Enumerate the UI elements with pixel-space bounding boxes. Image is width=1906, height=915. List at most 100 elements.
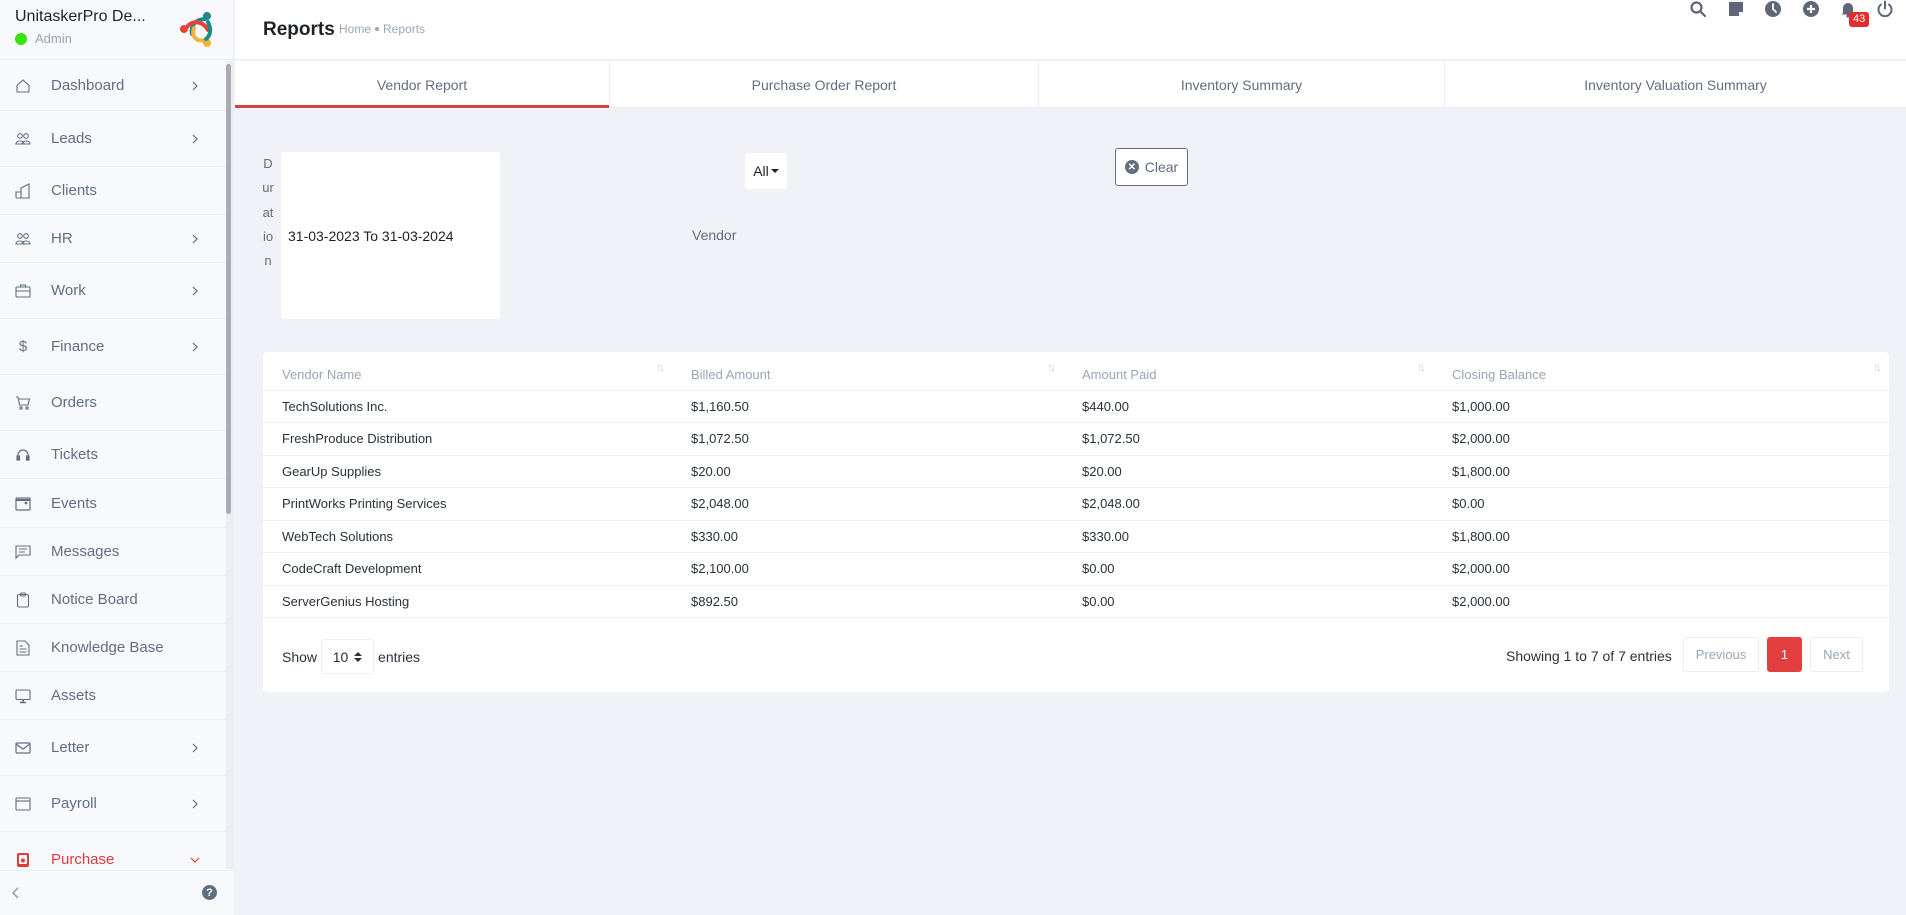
amount-paid-cell: $440.00 [1063,390,1433,423]
clear-filters-button[interactable]: ✕ Clear [1115,148,1188,186]
table-row: TechSolutions Inc. $1,160.50 $440.00 $1,… [263,390,1889,423]
closing-balance-cell: $1,800.00 [1433,520,1889,553]
cart-icon [15,395,31,411]
chevron-right-icon [192,81,198,90]
chevron-down-icon [190,857,200,863]
tab-inventory-summary[interactable]: Inventory Summary [1039,61,1445,108]
sticky-note-icon[interactable] [1727,0,1745,18]
sidebar-item-events[interactable]: Events [0,479,226,528]
vendor-report-table: Vendor Name ↑↓ Billed Amount ↑↓ Amount Pai… [263,352,1889,618]
building-icon [15,182,31,199]
sidebar: UnitaskerPro De... Admin Dashboard Leads [0,0,234,915]
vendor-name-cell: GearUp Supplies [263,455,672,488]
sidebar-item-clients[interactable]: Clients [0,167,226,215]
sidebar-item-assets[interactable]: Assets [0,672,226,720]
chevron-right-icon [192,134,198,143]
sidebar-item-notice-board[interactable]: Notice Board [0,576,226,624]
sidebar-item-hr[interactable]: HR [0,215,226,263]
breadcrumb-current: Reports [383,22,426,36]
billed-amount-cell: $892.50 [672,585,1063,618]
sidebar-item-orders[interactable]: Orders [0,375,226,431]
column-header-billed-amount[interactable]: Billed Amount ↑↓ [672,352,1063,391]
sidebar-header[interactable]: UnitaskerPro De... Admin [0,0,233,60]
company-name[interactable]: UnitaskerPro De... [15,8,146,26]
entries-label: entries [378,648,421,665]
sidebar-item-label: Work [51,282,86,299]
table-info: Showing 1 to 7 of 7 entries [1506,648,1672,664]
sidebar-item-leads[interactable]: Leads [0,111,226,167]
sidebar-item-letter[interactable]: Letter [0,720,226,776]
amount-paid-cell: $1,072.50 [1063,422,1433,456]
previous-page-button[interactable]: Previous [1683,637,1759,672]
sidebar-item-label: Tickets [51,446,98,463]
collapse-sidebar-icon[interactable] [10,885,22,901]
duration-date-range-input[interactable]: 31-03-2023 To 31-03-2024 [281,152,500,319]
vendor-name-cell: WebTech Solutions [263,520,672,553]
sidebar-item-purchase[interactable]: Purchase [0,832,226,869]
column-header-closing-balance[interactable]: Closing Balance ↑↓ [1433,352,1889,391]
column-header-label: Billed Amount [691,366,771,382]
clock-icon[interactable] [1764,0,1782,18]
sort-icon[interactable]: ↑↓ [656,360,665,374]
billed-amount-cell: $2,048.00 [672,487,1063,521]
dollar-icon: $ [18,338,28,355]
column-header-amount-paid[interactable]: Amount Paid ↑↓ [1063,352,1433,391]
billed-amount-cell: $2,100.00 [672,552,1063,586]
calendar-icon [15,495,31,511]
user-role: Admin [35,31,72,46]
sidebar-item-label: Assets [51,687,97,704]
sidebar-item-label: Notice Board [51,591,138,608]
closing-balance-cell: $1,800.00 [1433,455,1889,488]
vendor-name-cell: CodeCraft Development [263,552,672,586]
vendor-label: Vendor [692,227,737,243]
billed-amount-cell: $1,160.50 [672,390,1063,423]
tab-inventory-valuation-summary[interactable]: Inventory Valuation Summary [1445,61,1906,108]
table-row: GearUp Supplies $20.00 $20.00 $1,800.00 [263,455,1889,488]
monitor-icon [15,688,31,704]
column-header-vendor-name[interactable]: Vendor Name ↑↓ [263,352,672,391]
breadcrumb-separator [375,27,380,31]
chevron-right-icon [192,743,198,752]
document-icon [15,639,31,656]
table-header-row: Vendor Name ↑↓ Billed Amount ↑↓ Amount Pai… [263,352,1889,391]
sort-icon[interactable]: ↑↓ [1873,360,1882,374]
pagination: Previous 1 Next [1683,637,1863,672]
help-icon[interactable]: ? [202,885,217,900]
sidebar-menu: Dashboard Leads Clients HR Work $ Financ… [0,61,226,869]
sort-icon[interactable]: ↑↓ [1047,360,1056,374]
caret-down-icon [770,169,779,173]
page-length-value: 10 [332,648,349,665]
purchase-icon [15,852,31,868]
sort-icon[interactable]: ↑↓ [1417,360,1426,374]
sidebar-scrollbar-thumb[interactable] [226,64,231,514]
vendor-select[interactable]: All [745,153,787,189]
sidebar-item-knowledge-base[interactable]: Knowledge Base [0,624,226,672]
clear-button-label: Clear [1144,159,1179,175]
sidebar-item-label: Orders [51,394,97,411]
sidebar-item-tickets[interactable]: Tickets [0,431,226,479]
page-length-select[interactable]: 10 [321,639,375,674]
page-length-control: Show 10 entries [282,639,420,674]
briefcase-icon [15,283,31,299]
next-page-button[interactable]: Next [1810,637,1863,672]
search-icon[interactable] [1689,0,1707,18]
table-row: FreshProduce Distribution $1,072.50 $1,0… [263,422,1889,456]
close-circle-icon: ✕ [1124,160,1139,174]
tab-purchase-order-report[interactable]: Purchase Order Report [610,61,1039,108]
sidebar-item-work[interactable]: Work [0,263,226,319]
sidebar-item-payroll[interactable]: Payroll [0,776,226,832]
power-icon[interactable] [1876,0,1894,18]
vendor-select-value: All [753,163,769,179]
chevron-right-icon [192,799,198,808]
sidebar-item-label: Leads [51,130,92,147]
add-circle-icon[interactable] [1802,0,1820,18]
tab-vendor-report[interactable]: Vendor Report [235,61,610,108]
page-1-button[interactable]: 1 [1767,637,1802,672]
sidebar-item-dashboard[interactable]: Dashboard [0,61,226,111]
sidebar-item-messages[interactable]: Messages [0,528,226,576]
breadcrumb-home[interactable]: Home [339,22,371,36]
amount-paid-cell: $0.00 [1063,585,1433,618]
sidebar-item-label: Finance [51,338,105,355]
sidebar-item-finance[interactable]: $ Finance [0,319,226,375]
breadcrumb: Home Reports [339,22,425,36]
